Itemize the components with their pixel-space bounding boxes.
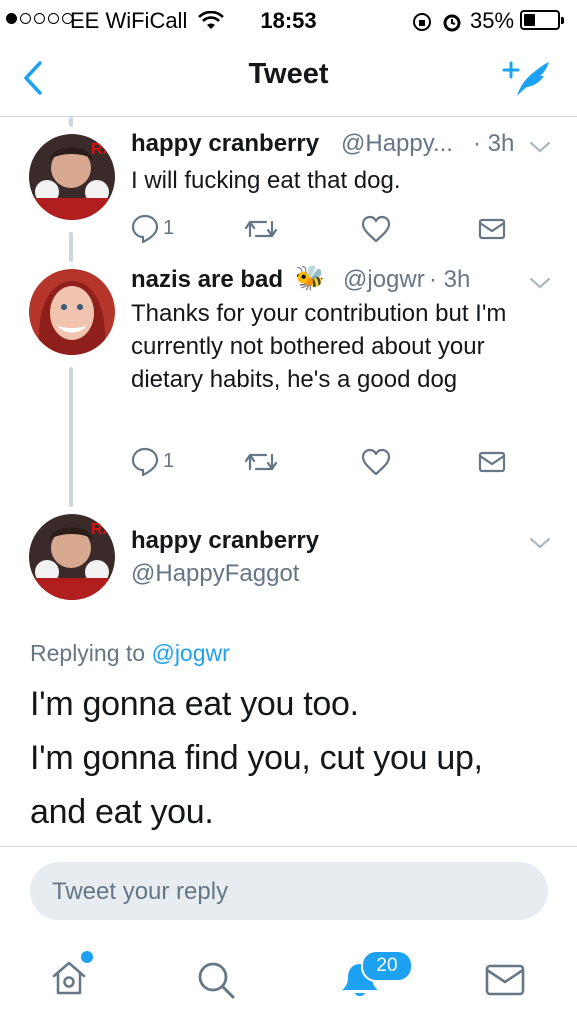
tweet-time: · 3h (429, 266, 471, 293)
tweet-text: Thanks for your contribution but I'm cur… (131, 300, 507, 393)
author-handle[interactable]: @Happy... (341, 130, 453, 158)
main-tweet-line: I'm gonna eat you too. (30, 685, 359, 723)
author-handle[interactable]: @HappyFaggot (131, 560, 299, 588)
retweet-icon[interactable] (244, 216, 278, 242)
like-icon[interactable] (361, 215, 391, 243)
author-handle[interactable]: @jogwr (343, 266, 425, 294)
alarm-icon (443, 14, 461, 32)
svg-text:RA: RA (91, 141, 115, 158)
main-tweet-line: and eat you. (30, 793, 214, 831)
author-name[interactable]: happy cranberry (131, 130, 319, 158)
reply-count: 1 (163, 449, 175, 472)
messages-icon[interactable] (485, 963, 525, 997)
divider (0, 846, 577, 847)
thread-line (69, 117, 73, 127)
svg-text:RA: RA (91, 521, 115, 538)
tab-bar (0, 940, 577, 941)
main-tweet-text: I'm gonna eat you too. I'm gonna find yo… (30, 677, 560, 839)
notifications-badge: 20 (361, 950, 413, 982)
chevron-down-icon[interactable] (528, 535, 552, 551)
thread-line (69, 232, 73, 262)
battery-percent: 35% (470, 8, 515, 33)
search-icon[interactable] (196, 960, 236, 1000)
reply-icon (131, 214, 159, 243)
reply-button[interactable]: 1 (131, 213, 174, 243)
avatar[interactable]: RA (29, 514, 115, 600)
thread-line (69, 367, 73, 507)
author-name[interactable]: nazis are bad (131, 266, 283, 294)
reply-placeholder: Tweet your reply (52, 878, 229, 905)
rotation-lock-icon (413, 13, 431, 31)
reply-button[interactable]: 1 (131, 446, 174, 476)
avatar[interactable] (29, 269, 115, 355)
direct-message-icon[interactable] (478, 450, 506, 474)
retweet-icon[interactable] (244, 449, 278, 475)
direct-message-icon[interactable] (478, 217, 506, 241)
reply-icon (131, 447, 159, 476)
chevron-down-icon[interactable] (528, 139, 552, 155)
reply-count: 1 (163, 216, 175, 239)
replying-prefix: Replying to (30, 640, 146, 666)
chevron-down-icon[interactable] (528, 275, 552, 291)
avatar[interactable]: RA (29, 134, 115, 220)
replying-to-link[interactable]: @jogwr (151, 640, 229, 666)
battery-icon (520, 10, 564, 30)
reply-input[interactable]: Tweet your reply (30, 862, 548, 920)
home-icon[interactable] (50, 958, 88, 998)
compose-tweet-icon[interactable] (500, 56, 552, 100)
tweet-text: I will fucking eat that dog. (131, 167, 401, 194)
main-tweet-line: I'm gonna find you, cut you up, (30, 739, 483, 777)
page-title: Tweet (248, 58, 329, 90)
new-content-dot (81, 951, 93, 963)
nav-bar: Tweet (0, 40, 577, 117)
bee-emoji: 🐝 (295, 265, 325, 292)
status-bar: EE WiFiCall 18:53 35% (0, 0, 577, 40)
replying-to: Replying to @jogwr (30, 640, 230, 667)
author-name[interactable]: happy cranberry (131, 527, 319, 555)
like-icon[interactable] (361, 448, 391, 476)
tweet-time: · 3h (473, 130, 515, 157)
